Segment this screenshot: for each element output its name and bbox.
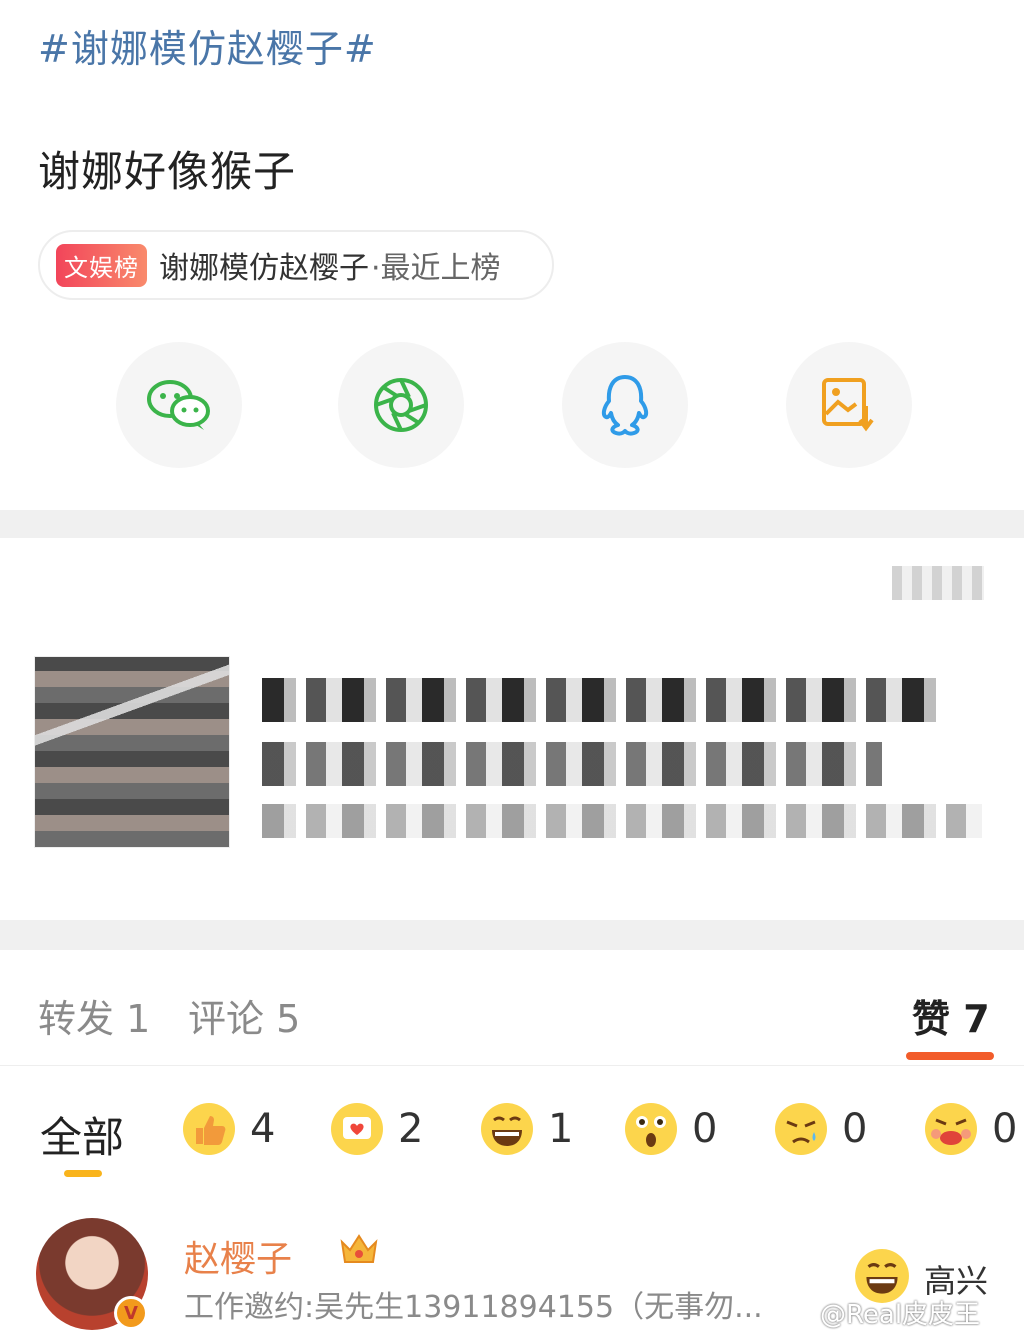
verified-badge: V — [114, 1296, 148, 1330]
section-divider — [0, 510, 1024, 538]
happy-face-icon — [481, 1103, 533, 1155]
ad-label-blurred[interactable] — [892, 566, 984, 600]
filter-angry[interactable]: 0 — [924, 1102, 1017, 1156]
tab-repost[interactable]: 转发 1 — [38, 988, 150, 1043]
rank-suffix: ·最近上榜 — [371, 251, 501, 286]
heart-count: 2 — [398, 1106, 424, 1152]
share-wechat-button[interactable] — [116, 342, 242, 468]
tab-likes-count: 7 — [963, 997, 990, 1041]
filter-happy[interactable]: 1 — [480, 1102, 573, 1156]
watermark: @Real皮皮王 — [820, 1300, 981, 1330]
commenter-bio: 工作邀约:吴先生13911894155（无事勿... — [184, 1290, 763, 1325]
sad-face-icon — [775, 1103, 827, 1155]
surprised-count: 0 — [692, 1106, 718, 1152]
tab-comments-count: 5 — [276, 997, 301, 1041]
happy-count: 1 — [548, 1106, 574, 1152]
rank-badge: 文娱榜 — [56, 243, 147, 287]
wechat-icon — [147, 380, 210, 430]
tab-repost-count: 1 — [126, 997, 151, 1041]
active-tab-indicator — [906, 1052, 994, 1060]
angry-count: 0 — [992, 1106, 1018, 1152]
surprised-face-icon — [625, 1103, 677, 1155]
ad-card[interactable] — [0, 538, 1024, 920]
ad-text-blurred — [262, 742, 882, 786]
sad-count: 0 — [842, 1106, 868, 1152]
tab-comments-label: 评论 — [188, 997, 265, 1041]
tab-repost-label: 转发 — [38, 997, 115, 1041]
post-text: 谢娜好像猴子 — [38, 147, 297, 196]
reaction-filter-bar: 全部 4 2 1 0 0 0 — [0, 1100, 1024, 1180]
filter-heart[interactable]: 2 — [330, 1102, 423, 1156]
share-qq-button[interactable] — [562, 342, 688, 468]
moments-icon — [374, 378, 428, 432]
filter-surprised[interactable]: 0 — [624, 1102, 717, 1156]
angry-face-icon — [925, 1103, 977, 1155]
crown-icon — [340, 1234, 378, 1263]
filter-all-indicator — [64, 1170, 102, 1177]
save-image-button[interactable] — [786, 342, 912, 468]
filter-all[interactable]: 全部 — [40, 1104, 124, 1165]
filter-sad[interactable]: 0 — [774, 1102, 867, 1156]
interaction-tabs: 转发 1 评论 5 赞 7 — [0, 980, 1024, 1066]
ad-text-blurred — [262, 678, 936, 722]
save-image-icon — [822, 378, 874, 432]
hashtag-title[interactable]: #谢娜模仿赵樱子# — [38, 18, 377, 73]
trending-rank-pill[interactable]: 文娱榜 谢娜模仿赵樱子 ·最近上榜 — [38, 230, 554, 300]
ad-thumbnail[interactable] — [34, 656, 230, 848]
heart-icon — [331, 1103, 383, 1155]
filter-thumbs-up[interactable]: 4 — [182, 1102, 275, 1156]
section-divider — [0, 920, 1024, 950]
tab-likes[interactable]: 赞 7 — [912, 988, 990, 1043]
thumbs-up-icon — [183, 1103, 235, 1155]
tab-comments[interactable]: 评论 5 — [188, 988, 300, 1043]
tab-likes-label: 赞 — [912, 997, 951, 1041]
qq-icon — [601, 375, 649, 436]
share-moments-button[interactable] — [338, 342, 464, 468]
comment-item[interactable]: V 赵樱子 工作邀约:吴先生13911894155（无事勿... 高兴 @Rea… — [36, 1218, 1016, 1332]
thumbs-up-count: 4 — [250, 1106, 276, 1152]
commenter-name[interactable]: 赵樱子 — [184, 1230, 292, 1282]
ad-text-blurred — [262, 804, 982, 838]
rank-topic: 谢娜模仿赵樱子 — [159, 251, 369, 286]
